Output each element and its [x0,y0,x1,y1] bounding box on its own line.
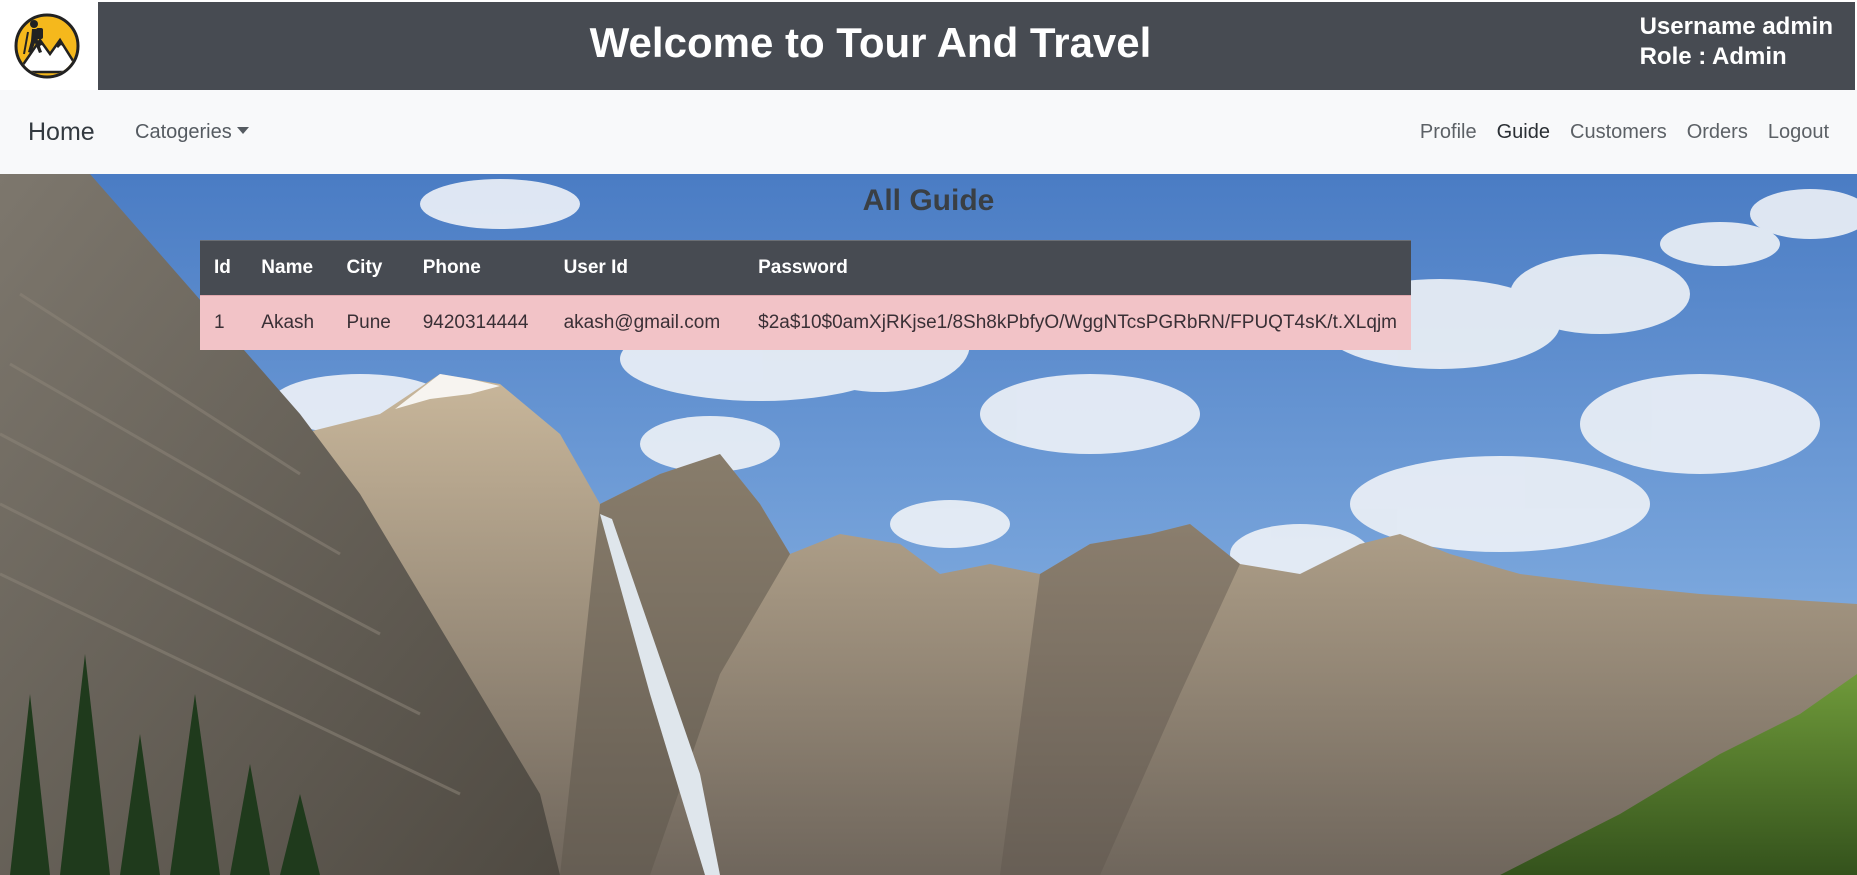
hiker-mountain-logo-icon [14,13,80,79]
nav-link-logout[interactable]: Logout [1768,121,1829,144]
column-header-user-id: User Id [549,240,745,296]
nav-link-orders[interactable]: Orders [1687,121,1748,144]
cell-user-id: akash@gmail.com [549,295,745,350]
cell-name: Akash [247,295,333,350]
column-header-city: City [332,240,409,296]
column-header-id: Id [200,240,248,296]
page-title: All Guide [862,184,995,217]
caret-down-icon [236,127,249,134]
header-bar: Welcome to Tour And Travel Username admi… [98,2,1855,90]
categories-dropdown[interactable]: Catogeries [135,90,249,174]
header: Welcome to Tour And Travel Username admi… [0,0,1857,90]
nav-link-profile[interactable]: Profile [1420,121,1477,144]
table-row: 1 Akash Pune 9420314444 akash@gmail.com … [200,295,1411,350]
cell-city: Pune [332,295,409,350]
logo[interactable] [0,0,98,90]
nav-link-guide[interactable]: Guide [1497,121,1550,144]
nav-links: Profile Guide Customers Orders Logout [1410,90,1839,174]
categories-dropdown-label: Catogeries [135,121,232,143]
table-header-row: Id Name City Phone User Id Password [200,240,1411,296]
navbar: Home Catogeries Profile Guide Customers … [0,90,1857,174]
cell-id: 1 [200,295,248,350]
nav-home-link[interactable]: Home [28,90,95,174]
site-title: Welcome to Tour And Travel [589,19,1152,66]
role-label: Role : Admin [1639,43,1787,70]
username-label: Username admin [1639,13,1833,40]
main-content: All Guide Id Name City Phone User Id Pas… [0,174,1857,875]
nav-link-customers[interactable]: Customers [1570,121,1667,144]
user-info: Username admin Role : Admin [1640,12,1833,72]
column-header-phone: Phone [408,240,550,296]
column-header-password: Password [744,240,1411,296]
column-header-name: Name [247,240,333,296]
cell-password: $2a$10$0amXjRKjse1/8Sh8kPbfyO/WggNTcsPGR… [744,295,1411,350]
guide-table: Id Name City Phone User Id Password 1 Ak… [200,240,1411,350]
cell-phone: 9420314444 [408,295,550,350]
